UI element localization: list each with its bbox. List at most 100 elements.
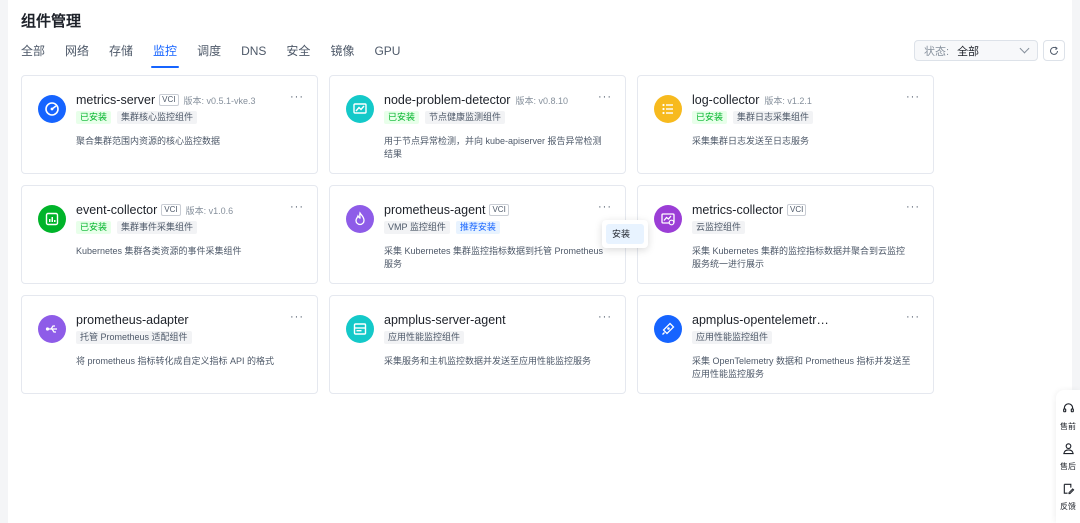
support-agent-icon — [1062, 443, 1074, 455]
tab-image[interactable]: 镜像 — [330, 42, 354, 64]
metrics-server-icon — [38, 95, 66, 123]
category-tag: 托管 Prometheus 适配组件 — [76, 331, 192, 344]
status-filter-label: 状态: — [924, 45, 950, 58]
side-item-label: 售后 — [1060, 462, 1076, 471]
component-name[interactable]: apmplus-opentelemetr… — [692, 313, 829, 327]
component-tags: 应用性能监控组件 — [692, 331, 778, 344]
component-card-log-collector: log-collector 版本: v1.2.1 已安装 集群日志采集组件 采集集… — [637, 75, 934, 174]
more-actions-button[interactable]: ··· — [906, 91, 920, 103]
category-tag: 云监控组件 — [692, 221, 746, 234]
side-item-aftersales[interactable]: 售后 — [1056, 442, 1080, 472]
component-tags: 云监控组件 — [692, 221, 751, 234]
vci-badge: VCI — [489, 204, 509, 216]
side-toolbar: 售前 售后 反馈 — [1056, 390, 1080, 523]
more-actions-button[interactable]: ··· — [290, 311, 304, 323]
component-tags: 已安装 集群日志采集组件 — [692, 111, 819, 124]
page: 组件管理 全部 网络 存储 监控 调度 DNS 安全 镜像 GPU 状态: 全部… — [8, 0, 1072, 523]
component-description: 用于节点异常检测，并向 kube-apiserver 报告异常检测结果 — [384, 136, 602, 159]
more-actions-button[interactable]: ··· — [906, 311, 920, 323]
tab-gpu[interactable]: GPU — [374, 42, 400, 64]
more-actions-button[interactable]: ··· — [598, 201, 612, 213]
component-card-metrics-server: metrics-server VCI 版本: v0.5.1-vke.3 已安装 集群… — [21, 75, 318, 174]
component-tags: 托管 Prometheus 适配组件 — [76, 331, 198, 344]
component-name[interactable]: event-collector VCI 版本: v1.0.6 — [76, 203, 233, 217]
more-actions-button[interactable]: ··· — [906, 201, 920, 213]
component-name[interactable]: apmplus-server-agent — [384, 313, 506, 327]
more-actions-button[interactable]: ··· — [290, 201, 304, 213]
category-tag: 节点健康监测组件 — [425, 111, 506, 124]
tab-scheduling[interactable]: 调度 — [197, 42, 221, 64]
installed-tag: 已安装 — [692, 111, 728, 124]
more-actions-menu: 安装 — [602, 220, 648, 248]
component-description: Kubernetes 集群各类资源的事件采集组件 — [76, 246, 242, 256]
node-problem-detector-icon — [346, 95, 374, 123]
component-description: 采集 OpenTelemetry 数据和 Prometheus 指标并发送至应用… — [692, 356, 911, 379]
component-description: 采集 Kubernetes 集群监控指标数据到托管 Prometheus 服务 — [384, 246, 604, 269]
component-name[interactable]: metrics-collector VCI — [692, 203, 807, 217]
side-item-presales[interactable]: 售前 — [1056, 402, 1080, 432]
tab-network[interactable]: 网络 — [65, 42, 89, 64]
component-description: 将 prometheus 指标转化成自定义指标 API 的格式 — [76, 356, 275, 366]
install-menu-item[interactable]: 安装 — [606, 224, 644, 244]
side-item-label: 售前 — [1060, 422, 1076, 431]
more-actions-button[interactable]: ··· — [598, 91, 612, 103]
component-card-apmplus-server-agent: apmplus-server-agent 应用性能监控组件 采集服务和主机监控数… — [329, 295, 626, 394]
tab-monitoring[interactable]: 监控 — [151, 42, 180, 68]
tab-all[interactable]: 全部 — [21, 42, 45, 64]
component-tags: 已安装 节点健康监测组件 — [384, 111, 511, 124]
tab-storage[interactable]: 存储 — [109, 42, 133, 64]
component-card-event-collector: event-collector VCI 版本: v1.0.6 已安装 集群事件采集组… — [21, 185, 318, 284]
component-name[interactable]: prometheus-agent VCI — [384, 203, 509, 217]
metrics-collector-icon — [654, 205, 682, 233]
component-description: 采集集群日志发送至日志服务 — [692, 136, 810, 146]
category-tag: 集群事件采集组件 — [117, 221, 198, 234]
component-card-apmplus-opentelemetry: apmplus-opentelemetr… 应用性能监控组件 采集 OpenTe… — [637, 295, 934, 394]
component-description: 采集 Kubernetes 集群的监控指标数据并聚合到云监控服务统一进行展示 — [692, 246, 906, 269]
category-tag: VMP 监控组件 — [384, 221, 450, 234]
vci-badge: VCI — [161, 204, 181, 216]
component-card-metrics-collector: metrics-collector VCI 云监控组件 采集 Kubernetes… — [637, 185, 934, 284]
component-card-prometheus-agent: prometheus-agent VCI VMP 监控组件 推荐安装 采集 Kub… — [329, 185, 626, 284]
status-filter-select[interactable]: 状态: 全部 — [914, 40, 1038, 61]
component-name[interactable]: metrics-server VCI 版本: v0.5.1-vke.3 — [76, 93, 256, 107]
installed-tag: 已安装 — [384, 111, 420, 124]
refresh-icon — [1050, 46, 1058, 55]
component-version: 版本: v0.5.1-vke.3 — [183, 95, 256, 106]
apmplus-opentelemetry-icon — [654, 315, 682, 343]
component-version: 版本: v1.0.6 — [185, 205, 234, 216]
component-description: 聚合集群范围内资源的核心监控数据 — [76, 136, 221, 146]
component-tags: 已安装 集群事件采集组件 — [76, 221, 203, 234]
headset-icon — [1062, 403, 1074, 413]
more-actions-button[interactable]: ··· — [290, 91, 304, 103]
event-collector-icon — [38, 205, 66, 233]
vci-badge: VCI — [787, 204, 807, 216]
component-version: 版本: v1.2.1 — [764, 95, 812, 106]
component-name[interactable]: prometheus-adapter — [76, 313, 189, 327]
more-actions-button[interactable]: ··· — [598, 311, 612, 323]
prometheus-adapter-icon — [38, 315, 66, 343]
component-description: 采集服务和主机监控数据并发送至应用性能监控服务 — [384, 356, 592, 366]
log-collector-icon — [654, 95, 682, 123]
refresh-button[interactable] — [1043, 40, 1065, 61]
category-tag: 应用性能监控组件 — [384, 331, 465, 344]
page-title: 组件管理 — [21, 13, 82, 30]
tab-dns[interactable]: DNS — [241, 42, 266, 64]
feedback-icon — [1063, 483, 1074, 495]
tab-security[interactable]: 安全 — [286, 42, 310, 64]
apmplus-server-agent-icon — [346, 315, 374, 343]
component-name[interactable]: log-collector 版本: v1.2.1 — [692, 93, 812, 107]
prometheus-agent-icon — [346, 205, 374, 233]
component-name[interactable]: node-problem-detector 版本: v0.8.10 — [384, 93, 568, 107]
installed-tag: 已安装 — [76, 221, 112, 234]
recommended-tag: 推荐安装 — [455, 221, 500, 234]
component-version: 版本: v0.8.10 — [515, 95, 568, 106]
side-item-feedback[interactable]: 反馈 — [1056, 482, 1080, 512]
category-tag: 应用性能监控组件 — [692, 331, 773, 344]
component-tags: 应用性能监控组件 — [384, 331, 470, 344]
component-card-prometheus-adapter: prometheus-adapter 托管 Prometheus 适配组件 将 … — [21, 295, 318, 394]
vci-badge: VCI — [159, 94, 179, 106]
category-tag: 集群日志采集组件 — [733, 111, 814, 124]
category-tabs: 全部 网络 存储 监控 调度 DNS 安全 镜像 GPU — [21, 42, 420, 68]
side-item-label: 反馈 — [1060, 502, 1076, 511]
category-tag: 集群核心监控组件 — [117, 111, 198, 124]
